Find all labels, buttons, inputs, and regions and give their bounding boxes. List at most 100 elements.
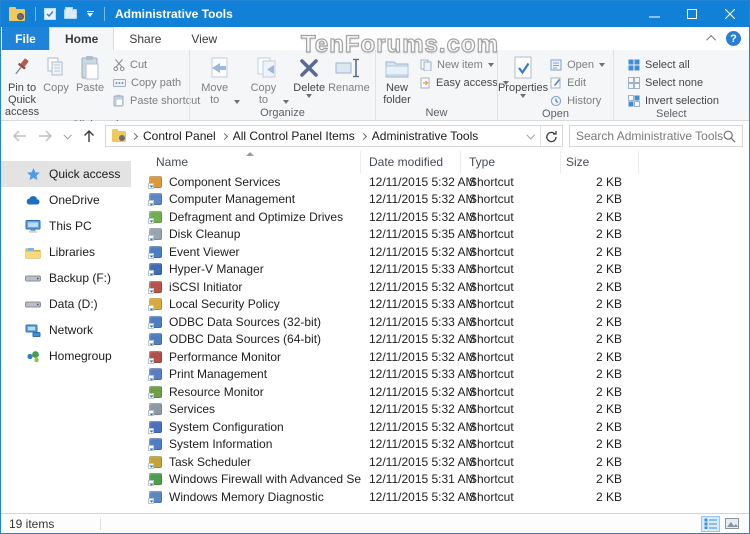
properties-button[interactable]: Properties [498,53,548,101]
rename-button[interactable]: Rename [327,53,371,95]
table-row[interactable]: Windows Memory Diagnostic 12/11/2015 5:3… [131,488,749,506]
tab-home[interactable]: Home [49,27,115,50]
copy-button[interactable]: Copy [39,53,73,95]
sidebar-item-backup-f[interactable]: Backup (F:) [1,265,131,291]
sidebar-item-this-pc[interactable]: This PC [1,213,131,239]
sidebar-item-libraries[interactable]: Libraries [1,239,131,265]
forward-button[interactable] [35,126,55,146]
up-button[interactable] [79,126,99,146]
minimize-ribbon-button[interactable] [706,34,717,45]
sidebar-item-quick-access[interactable]: Quick access [1,161,131,187]
details-view-icon [704,518,717,529]
file-name: Component Services [169,174,281,189]
search-input[interactable] [576,129,723,143]
file-type: Shortcut [469,472,514,487]
close-icon [725,9,735,19]
table-row[interactable]: Print Management 12/11/2015 5:33 AM Shor… [131,366,749,384]
minimize-button[interactable] [635,1,673,27]
search-icon[interactable] [723,130,736,143]
table-row[interactable]: Defragment and Optimize Drives 12/11/201… [131,208,749,226]
file-type: Shortcut [469,402,514,417]
table-row[interactable]: ODBC Data Sources (64-bit) 12/11/2015 5:… [131,331,749,349]
file-icon [148,263,162,277]
sidebar-item-homegroup[interactable]: Homegroup [1,343,131,369]
table-row[interactable]: Windows Firewall with Advanced Security … [131,471,749,489]
address-bar[interactable]: Control Panel All Control Panel Items Ad… [105,125,563,147]
refresh-button[interactable] [540,126,562,146]
back-arrow-icon [12,130,26,142]
table-row[interactable]: Disk Cleanup 12/11/2015 5:35 AM Shortcut… [131,226,749,244]
pin-to-quick-access-button[interactable]: Pin to Quick access [5,53,39,119]
qat-new-folder-button[interactable] [60,4,80,24]
tab-view[interactable]: View [176,27,232,50]
select-none-button[interactable]: Select none [628,75,719,90]
tab-file[interactable]: File [2,27,49,50]
details-view-button[interactable] [701,515,720,532]
table-row[interactable]: iSCSI Initiator 12/11/2015 5:32 AM Short… [131,278,749,296]
cut-button[interactable]: Cut [113,57,200,72]
admin-tools-app-icon[interactable] [9,7,25,21]
qat-customize-button[interactable] [80,4,100,24]
table-row[interactable]: Performance Monitor 12/11/2015 5:32 AM S… [131,348,749,366]
paste-button[interactable]: Paste [73,53,107,95]
file-type: Shortcut [469,262,514,277]
invert-selection-button[interactable]: Invert selection [628,93,719,108]
delete-button[interactable]: Delete [292,53,327,101]
copy-path-button[interactable]: Copy path [113,75,200,90]
new-folder-button[interactable]: New folder [380,53,414,107]
breadcrumb-administrative-tools[interactable]: Administrative Tools [372,129,479,143]
refresh-icon [546,130,557,142]
table-row[interactable]: System Configuration 12/11/2015 5:32 AM … [131,418,749,436]
copy-to-button[interactable]: Copy to [243,53,291,107]
easy-access-label: Easy access [436,76,498,89]
history-button[interactable]: History [550,93,605,108]
column-header-date-modified[interactable]: Date modified [361,151,461,173]
move-to-button[interactable]: Move to [194,53,243,107]
table-row[interactable]: Resource Monitor 12/11/2015 5:32 AM Shor… [131,383,749,401]
table-row[interactable]: Local Security Policy 12/11/2015 5:33 AM… [131,296,749,314]
paste-shortcut-button[interactable]: Paste shortcut [113,93,200,108]
breadcrumb-control-panel[interactable]: Control Panel [143,129,216,143]
table-row[interactable]: Event Viewer 12/11/2015 5:32 AM Shortcut… [131,243,749,261]
recent-locations-button[interactable] [61,126,73,146]
address-dropdown-button[interactable] [520,126,540,146]
breadcrumb-all-control-panel-items[interactable]: All Control Panel Items [233,129,355,143]
sidebar-item-label: OneDrive [49,193,100,207]
copy-to-label: Copy to [250,82,277,106]
table-row[interactable]: Task Scheduler 12/11/2015 5:32 AM Shortc… [131,453,749,471]
column-header-size[interactable]: Size [561,151,639,173]
table-row[interactable]: ODBC Data Sources (32-bit) 12/11/2015 5:… [131,313,749,331]
sidebar-item-onedrive[interactable]: OneDrive [1,187,131,213]
ribbon: Pin to Quick access Copy Paste Cut Copy … [1,50,749,131]
select-all-icon [628,59,640,70]
close-button[interactable] [711,1,749,27]
maximize-button[interactable] [673,1,711,27]
select-all-button[interactable]: Select all [628,57,719,72]
star-icon [25,166,41,182]
file-icon [148,298,162,312]
edit-button[interactable]: Edit [550,75,605,90]
help-button[interactable]: ? [726,31,741,46]
sort-ascending-icon [245,152,254,156]
sidebar-item-data-d[interactable]: Data (D:) [1,291,131,317]
table-row[interactable]: Services 12/11/2015 5:32 AM Shortcut 2 K… [131,401,749,419]
table-row[interactable]: System Information 12/11/2015 5:32 AM Sh… [131,436,749,454]
file-name: ODBC Data Sources (64-bit) [169,332,322,347]
table-row[interactable]: Computer Management 12/11/2015 5:32 AM S… [131,191,749,209]
file-size: 2 KB [595,384,622,399]
table-row[interactable]: Hyper-V Manager 12/11/2015 5:33 AM Short… [131,261,749,279]
column-header-name[interactable]: Name [131,151,361,173]
qat-properties-button[interactable] [40,4,60,24]
table-row[interactable]: Component Services 12/11/2015 5:32 AM Sh… [131,173,749,191]
column-header-type[interactable]: Type [461,151,561,173]
easy-access-button[interactable]: Easy access [420,75,509,90]
shortcut-arrow-icon [148,392,154,399]
file-date-modified: 12/11/2015 5:32 AM [369,419,476,434]
large-icons-view-button[interactable] [722,516,741,532]
sidebar-item-label: Network [49,323,94,337]
new-item-button[interactable]: New item [420,57,509,72]
tab-share[interactable]: Share [114,27,176,50]
open-button[interactable]: Open [550,57,605,72]
sidebar-item-network[interactable]: Network [1,317,131,343]
back-button[interactable] [9,126,29,146]
